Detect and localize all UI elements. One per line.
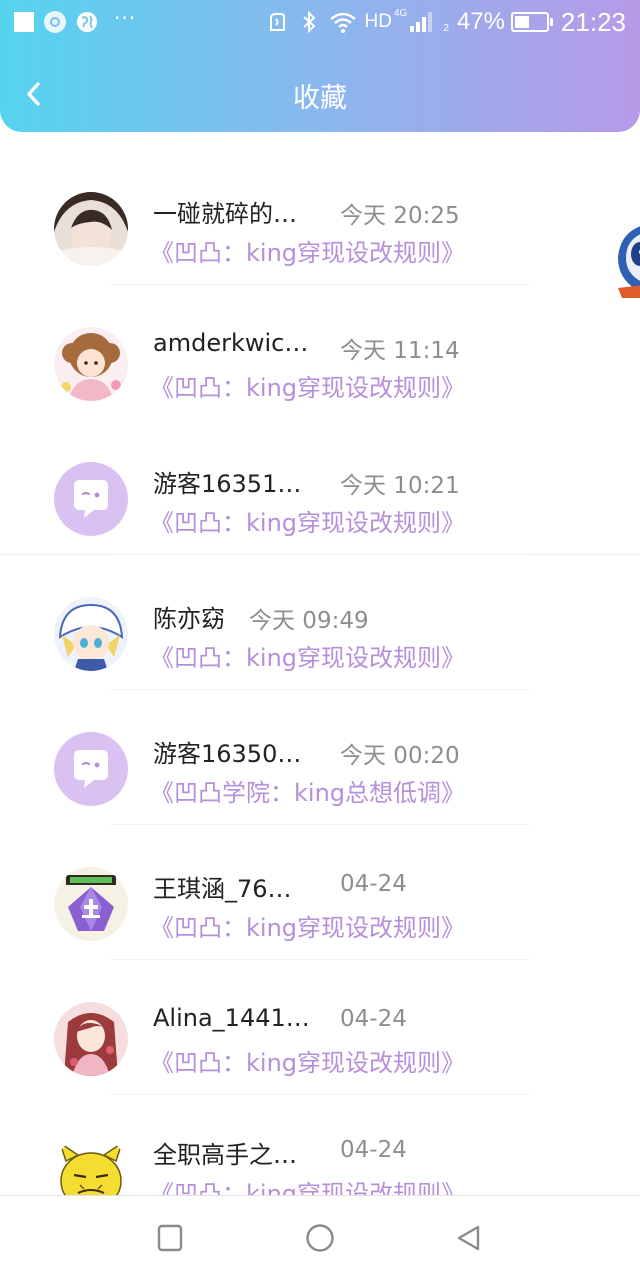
item-time: 今天 09:49	[249, 608, 369, 634]
item-subtitle: 《凹凸：king穿现设改规则》	[150, 914, 466, 942]
item-time: 今天 11:14	[340, 338, 460, 364]
item-time: 04-24	[340, 1137, 407, 1163]
header: ··· HD 4G 2 47% 21:23 收藏	[0, 0, 640, 132]
page-title: 收藏	[293, 83, 347, 114]
avatar	[54, 327, 128, 401]
battery-fill	[514, 16, 529, 28]
list-item[interactable]: 王琪涵_76… 04-24 《凹凸：king穿现设改规则》	[0, 825, 640, 960]
item-name: 游客16350…	[153, 740, 302, 768]
chat-bubble-icon	[54, 462, 128, 536]
mascot-icon	[618, 226, 640, 298]
item-subtitle: 《凹凸：king穿现设改规则》	[150, 239, 466, 267]
list-item[interactable]: Alina_1441… 04-24 《凹凸：king穿现设改规则》	[0, 960, 640, 1095]
item-time: 今天 10:21	[340, 473, 460, 499]
avatar	[54, 192, 128, 266]
avatar	[54, 732, 128, 806]
network-sub: 4G	[393, 7, 408, 19]
avatar	[54, 462, 128, 536]
item-subtitle: 《凹凸：king穿现设改规则》	[150, 1180, 466, 1195]
item-subtitle: 《凹凸：king穿现设改规则》	[150, 1049, 466, 1077]
battery-icon	[510, 12, 553, 32]
status-right: HD 4G 2 47% 21:23	[265, 6, 626, 38]
item-name: 游客16351…	[153, 470, 302, 498]
item-name: 一碰就碎的…	[153, 200, 297, 228]
item-time: 今天 20:25	[340, 203, 460, 229]
item-time: 今天 00:20	[340, 743, 460, 769]
list-item[interactable]: 一碰就碎的… 今天 20:25 《凹凸：king穿现设改规则》	[0, 150, 640, 285]
home-button[interactable]	[302, 1220, 338, 1256]
home-circle-icon	[306, 1224, 334, 1252]
more-notifications: ···	[114, 6, 137, 30]
avatar	[54, 867, 128, 941]
item-time: 04-24	[340, 871, 407, 897]
square-icon	[14, 12, 34, 32]
signal-icon	[410, 12, 433, 32]
item-subtitle: 《凹凸：king穿现设改规则》	[150, 509, 466, 537]
list-item[interactable]: 游客16350… 今天 00:20 《凹凸学院：king总想低调》	[0, 690, 640, 825]
list-item[interactable]: 游客16351… 今天 10:21 《凹凸：king穿现设改规则》	[0, 420, 640, 555]
app-notification-icon	[44, 11, 66, 33]
globe-icon	[77, 12, 97, 32]
nfc-icon	[269, 13, 285, 31]
system-back-button[interactable]	[450, 1220, 486, 1256]
item-subtitle: 《凹凸学院：king总想低调》	[150, 779, 466, 807]
item-name: 全职高手之…	[153, 1141, 297, 1169]
list-item[interactable]: amderkwic… 今天 11:14 《凹凸：king穿现设改规则》	[0, 285, 640, 555]
avatar	[54, 1002, 128, 1076]
back-triangle-icon	[457, 1225, 480, 1251]
clock: 21:23	[560, 6, 626, 37]
list-item[interactable]: 全职高手之… 04-24 《凹凸：king穿现设改规则》	[0, 1095, 640, 1195]
item-name: 陈亦窈	[153, 605, 225, 633]
list-item[interactable]: 陈亦窈 今天 09:49 《凹凸：king穿现设改规则》	[0, 555, 640, 690]
item-name: Alina_1441…	[153, 1004, 310, 1032]
system-nav-bar	[0, 1195, 640, 1280]
floating-mascot-button[interactable]	[612, 218, 640, 300]
avatar	[54, 597, 128, 671]
chat-bubble-icon	[54, 732, 128, 806]
item-name: amderkwic…	[153, 329, 309, 357]
recents-button[interactable]	[152, 1220, 188, 1256]
status-bar: ··· HD 4G 2 47% 21:23	[0, 0, 640, 44]
battery-percent: 47%	[456, 8, 505, 35]
item-subtitle: 《凹凸：king穿现设改规则》	[150, 644, 466, 672]
network-label: HD	[364, 11, 392, 32]
favorites-list: 一碰就碎的… 今天 20:25 《凹凸：king穿现设改规则》 amderkwi…	[0, 150, 640, 1195]
signal-sub: 2	[443, 22, 449, 34]
recents-square-icon	[157, 1224, 183, 1252]
item-name: 王琪涵_76…	[153, 875, 292, 903]
item-subtitle: 《凹凸：king穿现设改规则》	[150, 374, 466, 402]
avatar	[54, 1135, 128, 1195]
wifi-icon	[329, 12, 356, 33]
screen: ··· HD 4G 2 47% 21:23 收藏 一碰就碎的… 今天 20:25…	[0, 0, 640, 1280]
bluetooth-icon	[302, 10, 315, 34]
item-time: 04-24	[340, 1006, 407, 1032]
